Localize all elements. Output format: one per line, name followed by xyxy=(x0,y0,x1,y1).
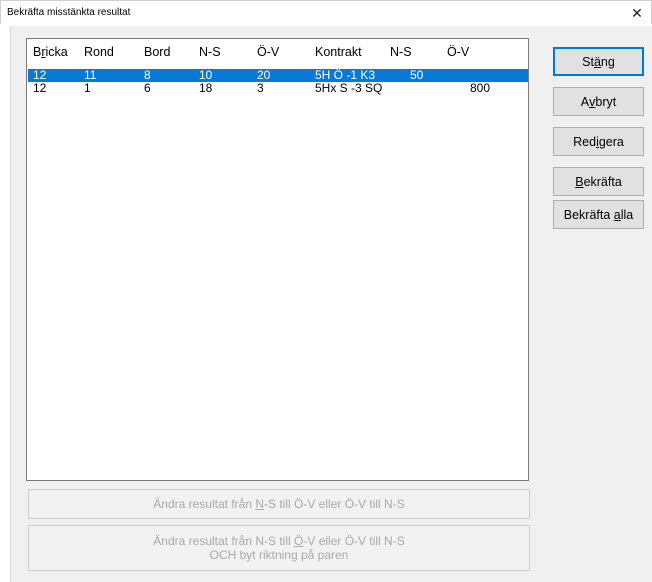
swap-direction-label: Ändra resultat från N-S till Ö-V eller Ö… xyxy=(153,497,404,511)
close-button-mnemonic: ä xyxy=(593,54,601,69)
swap-label-post: -S till Ö-V eller Ö-V till N-S xyxy=(264,497,405,511)
swap-flip-label-line1: Ändra resultat från N-S till Ö-V eller Ö… xyxy=(153,534,404,548)
results-list[interactable]: Bricka Rond Bord N-S Ö-V Kontrakt N-S Ö-… xyxy=(26,38,529,481)
col-header-rond[interactable]: Rond xyxy=(84,45,114,59)
confirm-all-button-label: Bekräfta xyxy=(563,207,614,222)
cell-bord: 6 xyxy=(144,81,151,95)
cancel-button[interactable]: Av bryt xyxy=(553,87,644,116)
swap-flip-label-line2: OCH byt riktning på paren xyxy=(209,548,349,562)
cell-ov: 3 xyxy=(257,81,264,95)
table-row[interactable]: 12 11 8 10 20 5H Ö -1 K3 50 xyxy=(28,69,528,82)
edit-button[interactable]: Red i gera xyxy=(553,127,644,156)
col-header-ov[interactable]: Ö-V xyxy=(257,45,279,59)
cell-bricka: 12 xyxy=(33,81,47,95)
edit-button-label-rest: gera xyxy=(598,134,624,149)
confirm-all-button-mnemonic: a xyxy=(613,207,621,222)
col-header-bord[interactable]: Bord xyxy=(144,45,170,59)
close-button-label: St xyxy=(582,54,594,69)
cell-rond: 1 xyxy=(84,81,91,95)
swap-label-pre: Ändra resultat från xyxy=(153,497,256,511)
col-header-ns[interactable]: N-S xyxy=(199,45,221,59)
cell-ns: 18 xyxy=(199,81,213,95)
close-button[interactable]: St ä ng xyxy=(553,47,644,76)
edit-button-label: Red xyxy=(573,134,597,149)
confirm-all-button[interactable]: Bekräfta a lla xyxy=(553,200,644,229)
cancel-button-label-rest: bryt xyxy=(595,94,617,109)
cell-score-ns: 50 xyxy=(410,68,424,82)
swap-flip-label-post: -V eller Ö-V till N-S xyxy=(303,534,405,548)
confirm-button[interactable]: Bekräfta xyxy=(553,167,644,196)
title-bar: Bekräfta misstänkta resultat ✕ xyxy=(0,0,652,24)
confirm-all-button-label-rest: lla xyxy=(620,207,634,222)
swap-flip-label-pre: Ändra resultat från N-S till xyxy=(153,534,295,548)
window-title: Bekräfta misstänkta resultat xyxy=(7,7,131,18)
list-header: Bricka Rond Bord N-S Ö-V Kontrakt N-S Ö-… xyxy=(27,45,528,61)
close-icon[interactable]: ✕ xyxy=(623,1,651,25)
col-header-score-ov[interactable]: Ö-V xyxy=(447,45,469,59)
swap-direction-button[interactable]: Ändra resultat från N-S till Ö-V eller Ö… xyxy=(28,489,530,519)
cancel-button-label: A xyxy=(580,94,590,109)
swap-flip-label-mnemonic: Ö xyxy=(294,534,304,548)
cell-kontrakt: 5Hx S -3 SQ xyxy=(315,81,383,95)
swap-label-mnemonic: N xyxy=(255,497,265,511)
cell-score-ov: 800 xyxy=(470,81,491,95)
col-header-kontrakt[interactable]: Kontrakt xyxy=(315,45,362,59)
table-row[interactable]: 12 1 6 18 3 5Hx S -3 SQ 800 xyxy=(28,82,528,95)
confirm-button-mnemonic: B xyxy=(575,174,584,189)
confirm-button-label-rest: ekräfta xyxy=(583,174,622,189)
col-header-score-ns[interactable]: N-S xyxy=(390,45,412,59)
close-button-label-rest: ng xyxy=(600,54,615,69)
dialog-client: Bricka Rond Bord N-S Ö-V Kontrakt N-S Ö-… xyxy=(10,26,652,582)
col-header-bricka[interactable]: Bricka xyxy=(33,45,68,59)
swap-and-flip-button[interactable]: Ändra resultat från N-S till Ö-V eller Ö… xyxy=(28,525,530,571)
